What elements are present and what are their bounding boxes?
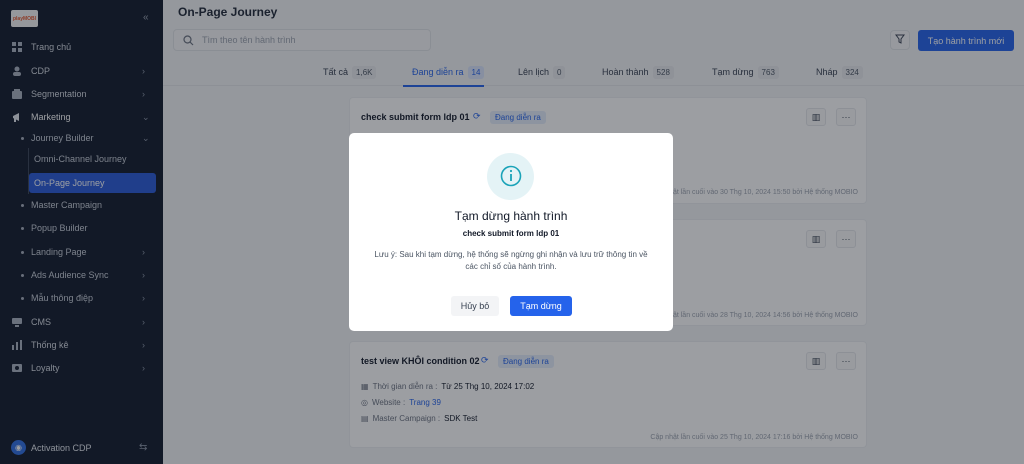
dialog-subtitle: check submit form ldp 01 [462,229,560,238]
dialog-title: Tạm dừng hành trình [454,209,568,223]
pause-journey-dialog: Tạm dừng hành trình check submit form ld… [349,133,673,331]
cancel-button[interactable]: Hủy bỏ [451,296,499,316]
info-icon-wrapper [487,153,534,200]
confirm-pause-button[interactable]: Tạm dừng [510,296,572,316]
info-icon [500,165,522,189]
dialog-body: Lưu ý: Sau khi tạm dừng, hệ thống sẽ ngừ… [374,250,648,271]
